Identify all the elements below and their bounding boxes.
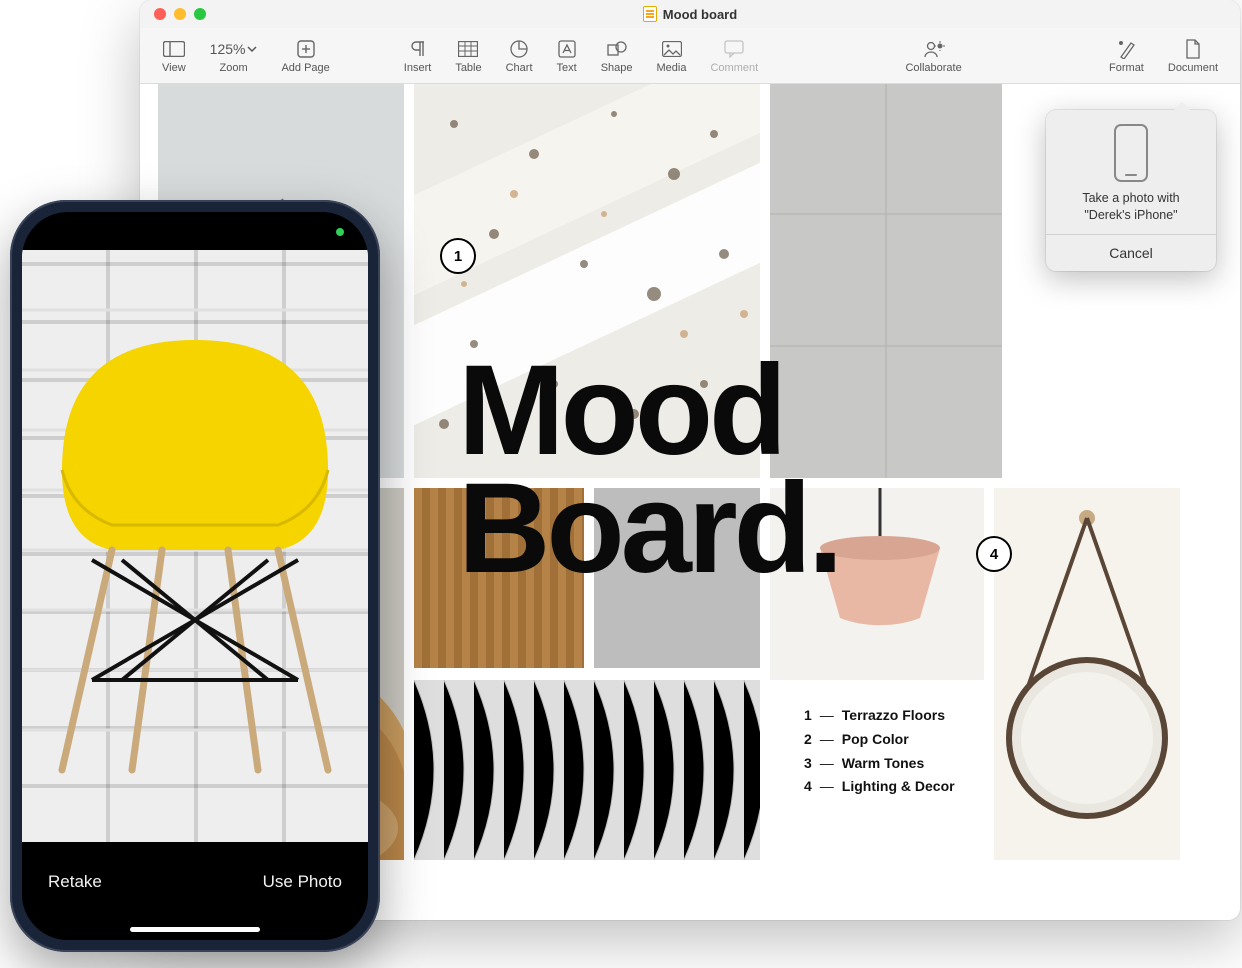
collaborate-button[interactable]: Collaborate: [895, 32, 971, 80]
notch: [120, 212, 270, 242]
media-icon: [662, 38, 682, 60]
zoom-value: 125%: [210, 38, 258, 60]
chevron-down-icon: [247, 44, 257, 54]
legend-item: 2—Pop Color: [804, 728, 955, 752]
text-icon: [558, 38, 576, 60]
chart-icon: [510, 38, 528, 60]
annotation-badge-1[interactable]: 1: [440, 238, 476, 274]
continuity-camera-popover: Take a photo with "Derek's iPhone" Cance…: [1046, 110, 1216, 271]
annotation-badge-4[interactable]: 4: [976, 536, 1012, 572]
window-title: Mood board: [140, 6, 1240, 22]
view-button[interactable]: View: [152, 32, 196, 80]
add-page-icon: [297, 38, 315, 60]
text-button[interactable]: Text: [547, 32, 587, 80]
legend-item: 4—Lighting & Decor: [804, 775, 955, 799]
toolbar: View 125% Zoom Add Page Insert: [140, 28, 1240, 84]
window-title-text: Mood board: [663, 7, 737, 22]
close-window-button[interactable]: [154, 8, 166, 20]
iphone-icon: [1114, 124, 1148, 182]
moodboard-image-mirror[interactable]: [994, 488, 1180, 860]
legend-item: 3—Warm Tones: [804, 752, 955, 776]
table-button[interactable]: Table: [445, 32, 491, 80]
use-photo-button[interactable]: Use Photo: [263, 872, 342, 892]
shape-button[interactable]: Shape: [591, 32, 643, 80]
zoom-label: Zoom: [220, 62, 248, 74]
comment-icon: [724, 38, 744, 60]
popover-message: Take a photo with "Derek's iPhone": [1046, 190, 1216, 234]
view-label: View: [162, 62, 186, 74]
fullscreen-window-button[interactable]: [194, 8, 206, 20]
headline-line2: Board.: [458, 470, 839, 588]
home-indicator[interactable]: [130, 927, 260, 932]
cancel-button[interactable]: Cancel: [1046, 234, 1216, 271]
format-icon: [1117, 38, 1135, 60]
document-button[interactable]: Document: [1158, 32, 1228, 80]
zoom-button[interactable]: 125% Zoom: [200, 32, 268, 80]
shape-icon: [607, 38, 627, 60]
iphone-device: Retake Use Photo: [10, 200, 380, 952]
headline-line1: Mood: [458, 352, 839, 470]
camera-preview: [22, 250, 368, 842]
headline[interactable]: Mood Board.: [458, 352, 839, 588]
document-icon: [1185, 38, 1201, 60]
chair-photo: [22, 250, 368, 810]
document-icon: [643, 6, 657, 22]
retake-button[interactable]: Retake: [48, 872, 102, 892]
minimize-window-button[interactable]: [174, 8, 186, 20]
media-button[interactable]: Media: [647, 32, 697, 80]
iphone-screen: Retake Use Photo: [22, 212, 368, 940]
insert-button[interactable]: Insert: [394, 32, 442, 80]
collaborate-icon: [923, 38, 945, 60]
sidebar-icon: [163, 38, 185, 60]
comment-button: Comment: [700, 32, 768, 80]
format-button[interactable]: Format: [1099, 32, 1154, 80]
paragraph-icon: [410, 38, 426, 60]
traffic-lights: [154, 8, 206, 20]
chart-button[interactable]: Chart: [496, 32, 543, 80]
table-icon: [458, 38, 478, 60]
camera-bottom-bar: Retake Use Photo: [22, 842, 368, 940]
camera-indicator-dot: [336, 228, 344, 236]
legend-item: 1—Terrazzo Floors: [804, 704, 955, 728]
add-page-button[interactable]: Add Page: [271, 32, 339, 80]
add-page-label: Add Page: [281, 62, 329, 74]
titlebar: Mood board: [140, 0, 1240, 28]
legend[interactable]: 1—Terrazzo Floors 2—Pop Color 3—Warm Ton…: [804, 704, 955, 799]
moodboard-image-fur[interactable]: [414, 680, 760, 860]
